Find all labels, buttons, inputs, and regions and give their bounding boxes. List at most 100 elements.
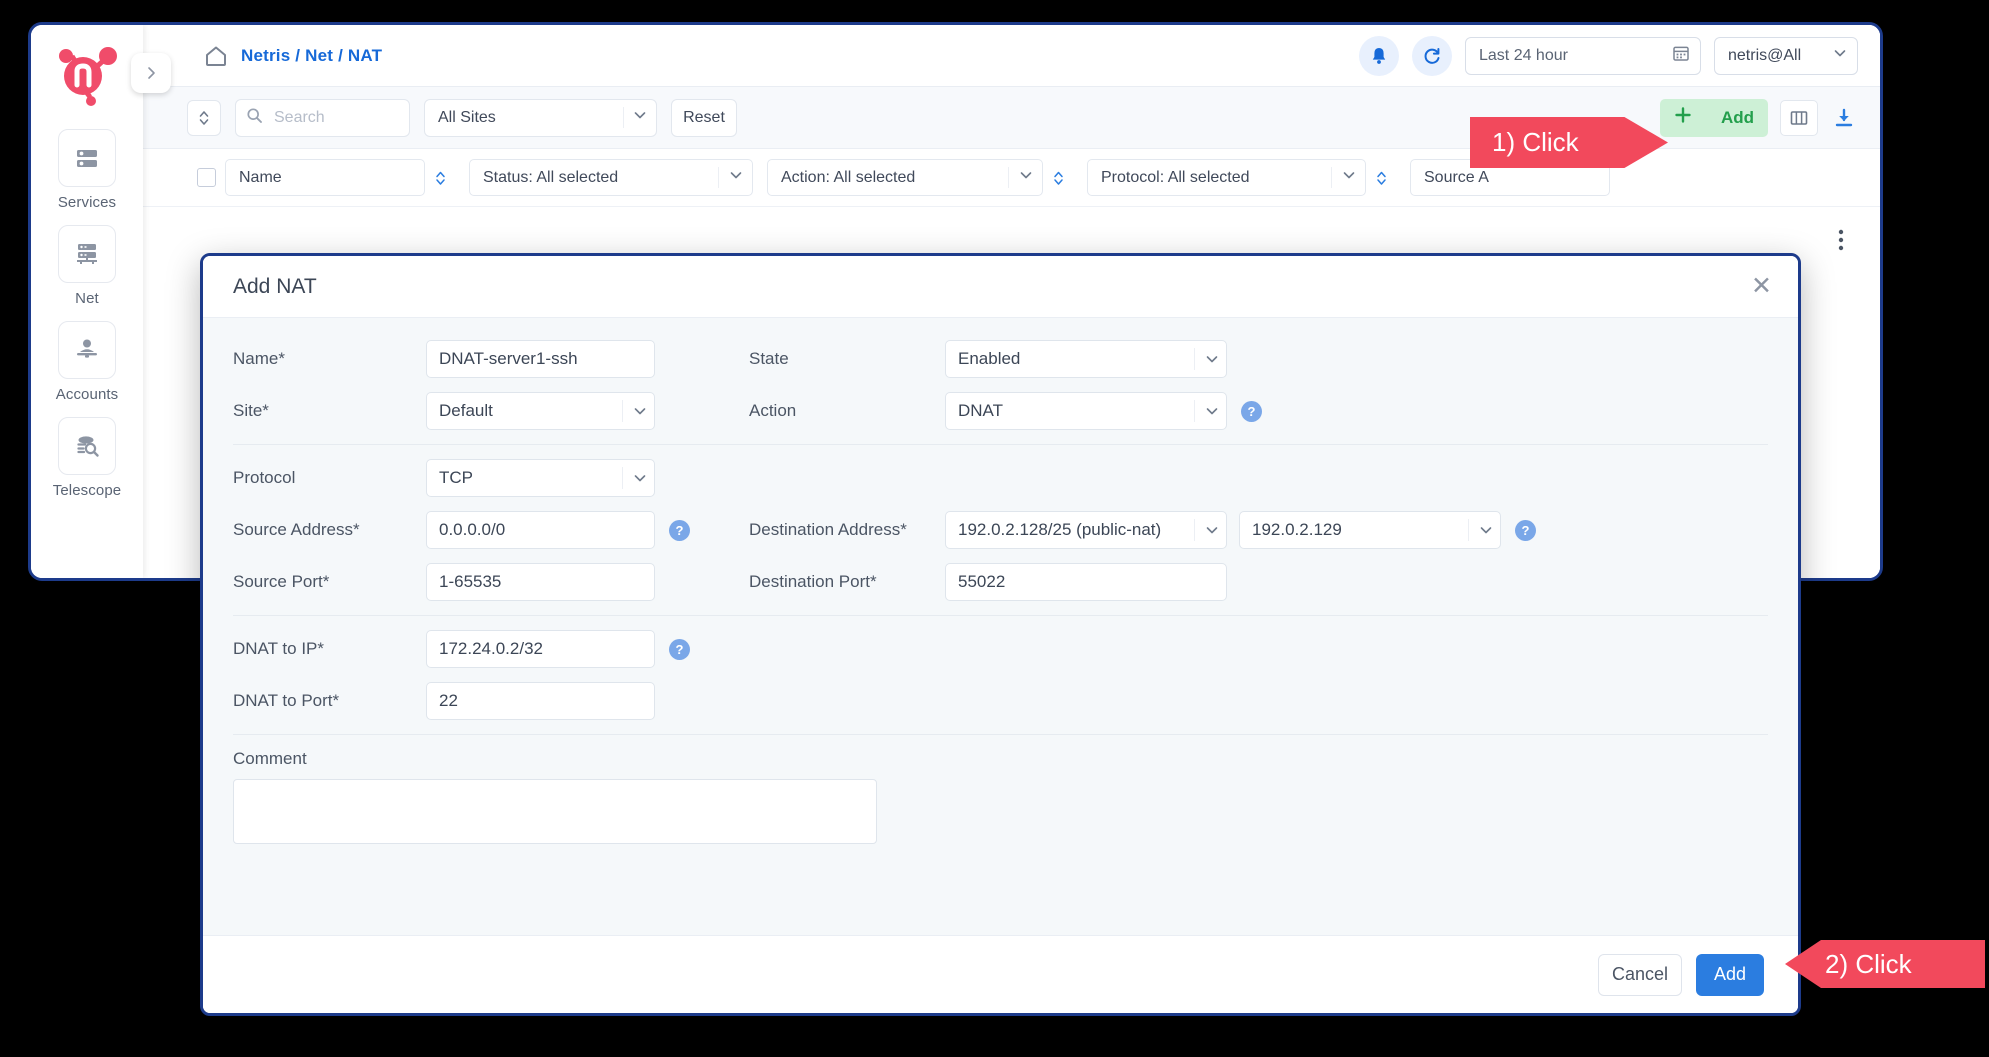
form-section-comment: Comment (233, 749, 1768, 863)
select-all-checkbox[interactable] (197, 168, 216, 187)
source-port-input[interactable]: 1-65535 (426, 563, 655, 601)
form-row-addresses: Source Address* 0.0.0.0/0 ? Destination … (233, 511, 1768, 549)
telescope-search-icon (58, 417, 116, 475)
sidebar-item-label: Accounts (56, 386, 119, 403)
source-port-value: 1-65535 (439, 572, 501, 592)
top-bar: Netris / Net / NAT (143, 25, 1880, 87)
cancel-button[interactable]: Cancel (1598, 954, 1682, 996)
action-help-icon[interactable]: ? (1241, 401, 1262, 422)
destination-address-help-icon[interactable]: ? (1515, 520, 1536, 541)
dnat-to-ip-input[interactable]: 172.24.0.2/32 (426, 630, 655, 668)
dnat-to-port-label: DNAT to Port* (233, 691, 426, 711)
source-address-input[interactable]: 0.0.0.0/0 (426, 511, 655, 549)
site-label: Site* (233, 401, 426, 421)
account-selector[interactable]: netris@All (1714, 37, 1858, 75)
chevron-down-icon (622, 400, 648, 422)
screenshot-stage: Services Net (0, 0, 1989, 1057)
comment-textarea[interactable] (233, 779, 877, 844)
form-row-dnat-ip: DNAT to IP* 172.24.0.2/32 ? (233, 630, 1768, 668)
reset-button[interactable]: Reset (671, 99, 737, 137)
dnat-to-port-input[interactable]: 22 (426, 682, 655, 720)
form-row-protocol: Protocol TCP (233, 459, 1768, 497)
notifications-button[interactable] (1359, 36, 1399, 76)
row-height-toggle-button[interactable] (187, 100, 221, 136)
chevron-down-icon (1194, 400, 1220, 422)
chevron-down-icon (1832, 45, 1848, 66)
sidebar-item-accounts[interactable]: Accounts (43, 321, 131, 403)
close-icon[interactable]: ✕ (1751, 274, 1772, 299)
chevron-down-icon (1331, 167, 1357, 188)
columns-toggle-button[interactable] (1780, 100, 1818, 136)
chevron-down-icon (1194, 348, 1220, 370)
callout-step-2-label: 2) Click (1825, 949, 1912, 980)
calendar-icon (1672, 44, 1690, 67)
sidebar-collapse-button[interactable] (131, 53, 171, 93)
refresh-button[interactable] (1412, 36, 1452, 76)
kebab-menu-icon[interactable] (1838, 229, 1844, 256)
table-header-action[interactable]: Action: All selected (767, 159, 1043, 196)
modal-title: Add NAT (233, 275, 317, 299)
action-value: DNAT (958, 401, 1003, 421)
breadcrumb[interactable]: Netris / Net / NAT (241, 46, 382, 66)
callout-step-1-label: 1) Click (1492, 127, 1579, 158)
sidebar-item-telescope[interactable]: Telescope (43, 417, 131, 499)
sidebar-item-label: Net (75, 290, 99, 307)
sites-filter-value: All Sites (438, 109, 496, 127)
destination-address-ip-select[interactable]: 192.0.2.129 (1239, 511, 1501, 549)
network-rack-icon (58, 225, 116, 283)
header-label: Name (239, 169, 282, 187)
search-input[interactable] (272, 108, 399, 128)
destination-address-label: Destination Address* (749, 520, 945, 540)
account-label: netris@All (1728, 47, 1801, 65)
table-header-name[interactable]: Name (225, 159, 425, 196)
action-select[interactable]: DNAT (945, 392, 1227, 430)
sites-filter-select[interactable]: All Sites (424, 99, 657, 137)
source-address-label: Source Address* (233, 520, 426, 540)
source-address-value: 0.0.0.0/0 (439, 520, 505, 540)
destination-port-label: Destination Port* (749, 572, 945, 592)
sidebar-item-net[interactable]: Net (43, 225, 131, 307)
table-header-protocol[interactable]: Protocol: All selected (1087, 159, 1366, 196)
search-box[interactable] (235, 99, 410, 137)
form-section-dnat: DNAT to IP* 172.24.0.2/32 ? DNAT to Port… (233, 630, 1768, 735)
destination-port-input[interactable]: 55022 (945, 563, 1227, 601)
name-label: Name* (233, 349, 426, 369)
sidebar-item-label: Services (58, 194, 116, 211)
action-label: Action (749, 401, 945, 421)
destination-address-subnet-select[interactable]: 192.0.2.128/25 (public-nat) (945, 511, 1227, 549)
netris-logo-icon[interactable] (50, 39, 124, 113)
state-value: Enabled (958, 349, 1020, 369)
protocol-select[interactable]: TCP (426, 459, 655, 497)
dnat-to-ip-label: DNAT to IP* (233, 639, 426, 659)
submit-add-button[interactable]: Add (1696, 954, 1764, 996)
table-header-status[interactable]: Status: All selected (469, 159, 753, 196)
source-address-help-icon[interactable]: ? (669, 520, 690, 541)
protocol-value: TCP (439, 468, 473, 488)
chevron-down-icon (622, 467, 648, 489)
cancel-label: Cancel (1612, 964, 1668, 985)
add-nat-button[interactable]: Add (1660, 99, 1768, 137)
columns-icon (1789, 109, 1809, 127)
chevron-down-icon (1194, 519, 1220, 541)
state-select[interactable]: Enabled (945, 340, 1227, 378)
form-row-ports: Source Port* 1-65535 Destination Port* 5… (233, 563, 1768, 601)
modal-body: Name* DNAT-server1-ssh State Enabled (203, 318, 1798, 935)
site-value: Default (439, 401, 493, 421)
sidebar-item-label: Telescope (53, 482, 121, 499)
submit-add-label: Add (1714, 964, 1746, 985)
site-select[interactable]: Default (426, 392, 655, 430)
dnat-to-ip-help-icon[interactable]: ? (669, 639, 690, 660)
sort-updown-icon (197, 108, 211, 128)
sidebar-item-services[interactable]: Services (43, 129, 131, 211)
reset-label: Reset (683, 109, 725, 127)
form-row-name-state: Name* DNAT-server1-ssh State Enabled (233, 340, 1768, 378)
date-range-picker[interactable]: Last 24 hour (1465, 37, 1701, 75)
sort-name-button[interactable] (425, 169, 455, 187)
home-icon[interactable] (203, 43, 229, 69)
name-input[interactable]: DNAT-server1-ssh (426, 340, 655, 378)
download-button[interactable] (1830, 103, 1858, 133)
date-range-value: Last 24 hour (1479, 47, 1568, 65)
sort-protocol-button[interactable] (1366, 169, 1396, 187)
sort-action-button[interactable] (1043, 169, 1073, 187)
server-icon (58, 129, 116, 187)
